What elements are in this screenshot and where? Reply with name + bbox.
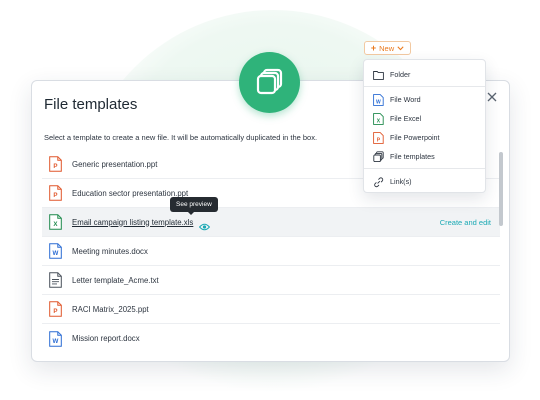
menu-item-label: Link(s) [390, 176, 412, 186]
templates-logo [239, 52, 300, 113]
excel-file-icon: X [373, 112, 384, 125]
new-button[interactable]: + New [364, 41, 411, 55]
menu-item-links[interactable]: Link(s) [364, 172, 485, 190]
folder-icon [373, 68, 384, 80]
dialog-title: File templates [44, 96, 138, 113]
powerpoint-file-icon: P [49, 156, 62, 172]
template-row[interactable]: X Email campaign listing template.xls Cr… [42, 208, 500, 237]
menu-item-label: Folder [390, 69, 411, 79]
powerpoint-file-icon: P [49, 185, 62, 201]
menu-item-file-powerpoint[interactable]: P File Powerpoint [364, 128, 485, 146]
text-file-icon [49, 272, 62, 288]
close-icon [487, 92, 497, 102]
menu-item-file-excel[interactable]: X File Excel [364, 109, 485, 127]
menu-item-label: File Excel [390, 113, 422, 123]
templates-icon [373, 150, 384, 163]
preview-tooltip: See preview [170, 197, 218, 215]
svg-text:W: W [52, 250, 58, 257]
excel-file-icon: X [49, 214, 62, 230]
template-name: Generic presentation.ppt [72, 159, 158, 169]
menu-item-file-templates[interactable]: File templates [364, 147, 485, 165]
template-name: RACI Matrix_2025.ppt [72, 304, 149, 314]
create-and-edit-link[interactable]: Create and edit [440, 218, 491, 227]
new-button-label: New [379, 43, 395, 53]
close-button[interactable] [484, 89, 500, 105]
new-dropdown-menu: Folder W File Word X File Excel P File P… [363, 59, 486, 193]
menu-divider [364, 168, 485, 169]
svg-text:P: P [53, 163, 57, 170]
template-row[interactable]: W Meeting minutes.docx [42, 237, 500, 266]
dialog-subtitle: Select a template to create a new file. … [44, 133, 318, 142]
menu-item-file-word[interactable]: W File Word [364, 90, 485, 108]
menu-item-label: File templates [390, 151, 435, 161]
template-name: Education sector presentation.ppt [72, 188, 189, 198]
menu-item-folder[interactable]: Folder [364, 65, 485, 83]
template-row[interactable]: W Mission report.docx [42, 324, 500, 353]
word-file-icon: W [373, 93, 384, 106]
template-row[interactable]: Letter template_Acme.txt [42, 266, 500, 295]
template-name: Letter template_Acme.txt [72, 275, 159, 285]
list-scrollbar[interactable] [499, 152, 503, 226]
svg-text:W: W [52, 338, 58, 345]
template-name: Mission report.docx [72, 334, 140, 343]
link-icon [373, 175, 384, 188]
powerpoint-file-icon: P [373, 131, 384, 144]
template-name[interactable]: Email campaign listing template.xls [72, 218, 193, 227]
plus-icon: + [370, 42, 377, 53]
powerpoint-file-icon: P [49, 301, 62, 317]
menu-item-label: File Word [390, 94, 421, 104]
word-file-icon: W [49, 243, 62, 259]
svg-text:P: P [53, 192, 57, 199]
preview-eye-icon[interactable] [199, 218, 211, 231]
menu-divider [364, 86, 485, 87]
template-name: Meeting minutes.docx [72, 246, 148, 256]
menu-item-label: File Powerpoint [390, 132, 440, 142]
svg-text:W: W [376, 99, 381, 105]
svg-text:P: P [53, 308, 57, 315]
chevron-down-icon [397, 45, 404, 50]
template-row[interactable]: P RACI Matrix_2025.ppt [42, 295, 500, 324]
stacked-files-icon [256, 68, 283, 95]
word-file-icon: W [49, 330, 62, 347]
